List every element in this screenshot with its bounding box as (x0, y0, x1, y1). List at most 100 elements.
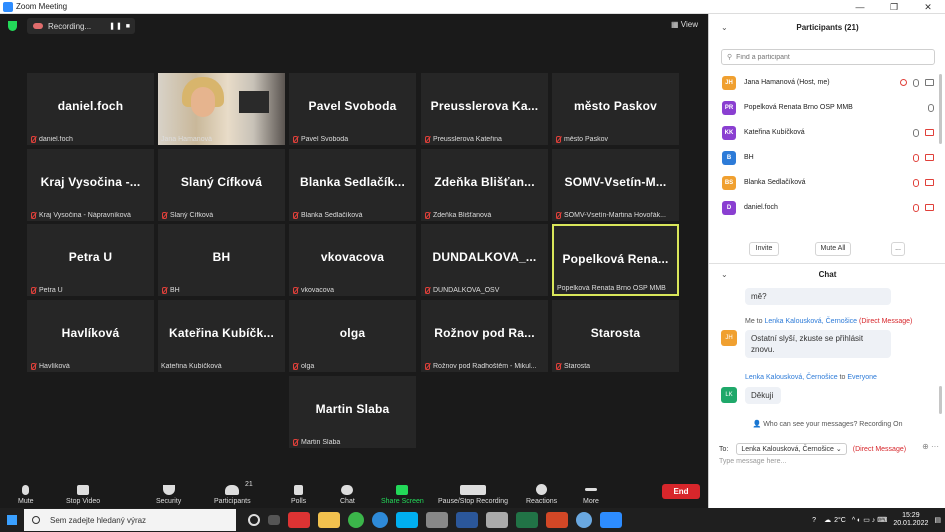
pause-stop-icons[interactable]: ❚❚ ■ (109, 22, 131, 30)
participant-row[interactable]: Ddaniel.foch (709, 195, 945, 220)
view-button[interactable]: ▦ View (671, 20, 698, 29)
task-view-icon[interactable] (268, 515, 280, 525)
who-can-see-link[interactable]: 👤 Who can see your messages? Recording O… (709, 420, 945, 428)
video-tile[interactable]: Pavel Svoboda Pavel Svoboda (289, 73, 416, 145)
app-icon[interactable] (576, 512, 592, 528)
participant-name: Blanka Sedlačíková (744, 179, 806, 186)
find-participant-box[interactable]: ⚲ (721, 49, 935, 65)
find-participant-input[interactable] (736, 53, 917, 61)
stop-video-button[interactable]: Stop Video (66, 485, 100, 505)
chat-message-input[interactable]: Type message here... (719, 458, 934, 472)
end-meeting-button[interactable]: End (662, 484, 700, 499)
pause-stop-recording-button[interactable]: Pause/Stop Recording (438, 485, 508, 505)
video-tile[interactable]: Preusslerova Ka... Preusslerova Kateřina (421, 73, 548, 145)
video-tile[interactable]: Rožnov pod Ra... Rožnov pod Radhoštěm - M… (421, 300, 548, 372)
reactions-button[interactable]: Reactions (526, 484, 557, 505)
video-tile-active-speaker[interactable]: Popelková Rena... Popelková Renata Brno O… (552, 224, 679, 296)
video-tile[interactable]: Kateřina Kubíčk... Kateřina Kubíčková (158, 300, 285, 372)
video-tile[interactable]: Starosta Starosta (552, 300, 679, 372)
video-tile[interactable]: město Paskov město Paskov (552, 73, 679, 145)
polls-button[interactable]: Polls (291, 485, 306, 505)
ellipsis-icon (584, 488, 597, 491)
security-button[interactable]: Security (156, 485, 181, 505)
chrome-icon[interactable] (348, 512, 364, 528)
video-tile[interactable]: Martin Slaba Martin Slaba (289, 376, 416, 448)
chat-message-bubble: Ostatní slyší, zkuste se přihlásit znovu. (745, 330, 891, 358)
excel-icon[interactable] (516, 512, 538, 528)
video-tile[interactable]: DUNDALKOVA_... DUNDALKOVA_OSV (421, 224, 548, 296)
browser-icon[interactable] (372, 512, 388, 528)
video-tile[interactable]: Kraj Vysočina -... Kraj Vysočina - Náprav… (27, 149, 154, 221)
zoom-taskbar-icon[interactable] (600, 512, 622, 528)
video-tile[interactable]: Blanka Sedlačík... Blanka Sedlačíková (289, 149, 416, 221)
video-tile[interactable]: Havlíková Havlíková (27, 300, 154, 372)
collapse-chevron-icon[interactable]: ⌄ (721, 266, 728, 284)
temperature[interactable]: 2°C (834, 517, 846, 524)
mic-muted-icon (424, 212, 430, 219)
mic-muted-icon (555, 212, 561, 219)
sender-label: Me to (745, 318, 763, 325)
video-tile[interactable]: Petra U Petra U (27, 224, 154, 296)
avatar: PR (722, 100, 736, 115)
cortana-icon[interactable] (248, 514, 260, 526)
restore-button[interactable]: ❐ (877, 0, 911, 14)
mute-button[interactable]: Mute (18, 485, 34, 505)
recipient-name[interactable]: Lenka Kalousková, Černošice (764, 318, 857, 325)
share-screen-button[interactable]: Share Screen (381, 485, 424, 505)
tray-icons[interactable]: ^ ◐ ▭ ♪ ⌨ (852, 516, 888, 524)
participants-button[interactable]: Participants (214, 485, 251, 505)
app-icon[interactable] (288, 512, 310, 528)
microphone-icon (22, 485, 30, 495)
file-more-icon[interactable]: ⊕ ··· (922, 442, 939, 451)
sender-name[interactable]: Lenka Kalousková, Černošice (745, 374, 838, 381)
taskbar-search[interactable]: Sem zadejte hledaný výraz (24, 509, 236, 531)
reactions-label: Reactions (526, 498, 558, 505)
app-icon[interactable] (426, 512, 448, 528)
tile-label: SOMV-Vsetín-Martina Hovořák... (564, 212, 666, 219)
participant-row[interactable]: PR Popelková Renata Brno OSP MMB (709, 95, 945, 120)
video-tile[interactable]: SOMV-Vsetín-M... SOMV-Vsetín-Martina Hovo… (552, 149, 679, 221)
video-tile[interactable]: olga olga (289, 300, 416, 372)
clock[interactable]: 15:29 20.01.2022 (893, 512, 928, 528)
participant-row[interactable]: B BH (709, 145, 945, 170)
participant-row[interactable]: JH Jana Hamanová (Host, me) (709, 70, 945, 95)
video-tile[interactable]: Slaný Cífková Slaný Cífková (158, 149, 285, 221)
start-button[interactable] (0, 508, 24, 532)
participant-row[interactable]: BS Blanka Sedlačíková (709, 170, 945, 195)
close-button[interactable]: ✕ (911, 0, 945, 14)
help-icon[interactable]: ? (812, 517, 816, 524)
video-tile[interactable]: Zdeňka Blišťan... Zdeňka Blišťanová (421, 149, 548, 221)
recipient-select[interactable]: Lenka Kalousková, Černošice ⌄ (736, 443, 847, 455)
video-tile-camera[interactable]: Jana Hamanová (158, 73, 285, 145)
chat-title: Chat (818, 270, 837, 279)
mic-muted-icon (161, 212, 167, 219)
chat-scrollbar[interactable] (939, 386, 942, 414)
participant-name: BH (744, 154, 754, 161)
background-tv (239, 91, 269, 113)
file-explorer-icon[interactable] (318, 512, 340, 528)
video-tile[interactable]: daniel.foch daniel.foch (27, 73, 154, 145)
minimize-button[interactable]: — (843, 0, 877, 14)
app-icon[interactable] (486, 512, 508, 528)
powerpoint-icon[interactable] (546, 512, 568, 528)
participants-scrollbar[interactable] (939, 74, 942, 144)
chat-button[interactable]: Chat (340, 485, 355, 505)
video-tile[interactable]: vkovacova vkovacova (289, 224, 416, 296)
more-options-button[interactable]: ... (891, 242, 905, 256)
skype-icon[interactable] (396, 512, 418, 528)
tile-label: Kraj Vysočina - Nápravníková (39, 212, 131, 219)
security-shield-icon[interactable] (8, 21, 17, 31)
mic-muted-icon (424, 136, 430, 143)
video-tile[interactable]: BH BH (158, 224, 285, 296)
tile-label: Havlíková (39, 363, 70, 370)
tile-label: olga (301, 363, 315, 370)
word-icon[interactable] (456, 512, 478, 528)
mic-muted-icon (161, 287, 167, 294)
collapse-chevron-icon[interactable]: ⌄ (721, 14, 728, 42)
mute-all-button[interactable]: Mute All (815, 242, 851, 256)
more-button[interactable]: More (583, 488, 599, 505)
notifications-icon[interactable]: ▤ (934, 516, 941, 524)
invite-button[interactable]: Invite (749, 242, 779, 256)
search-icon (32, 516, 40, 524)
participant-row[interactable]: KK Kateřina Kubíčková (709, 120, 945, 145)
